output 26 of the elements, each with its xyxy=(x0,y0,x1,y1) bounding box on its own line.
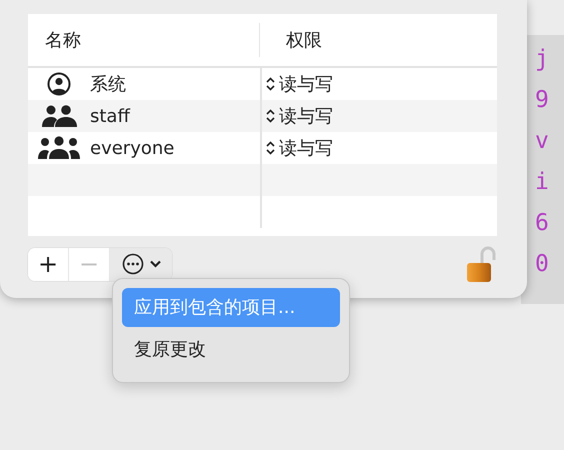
user-name: everyone xyxy=(90,138,174,158)
permission-popup[interactable]: 读与写 xyxy=(266,104,333,128)
ellipsis-circle-icon xyxy=(122,253,144,275)
code-line: 9 xyxy=(534,86,549,115)
column-header[interactable]: 权限 xyxy=(286,28,322,52)
code-line: 0 xyxy=(534,250,549,279)
code-line: i xyxy=(534,168,549,197)
action-menu-button[interactable] xyxy=(110,248,172,280)
open-padlock-icon[interactable] xyxy=(465,245,497,283)
user-name: 系统 xyxy=(90,73,126,96)
permission-popup[interactable]: 读与写 xyxy=(266,72,333,96)
two-people-icon xyxy=(41,104,77,128)
code-line: j xyxy=(534,45,549,74)
code-line: v xyxy=(534,127,549,156)
up-down-chevron-icon xyxy=(266,109,275,123)
column-header[interactable]: 名称 xyxy=(45,30,81,51)
chevron-down-icon xyxy=(150,260,160,268)
up-down-chevron-icon xyxy=(266,141,275,155)
person-circle-icon xyxy=(47,72,71,96)
code-line: 6 xyxy=(534,209,549,238)
menu-item[interactable]: 复原更改 xyxy=(122,330,340,369)
permission-popup[interactable]: 读与写 xyxy=(266,136,333,160)
up-down-chevron-icon xyxy=(266,77,275,91)
add-button[interactable]: + xyxy=(28,248,69,280)
three-people-icon xyxy=(38,136,80,160)
user-name: staff xyxy=(90,106,130,126)
